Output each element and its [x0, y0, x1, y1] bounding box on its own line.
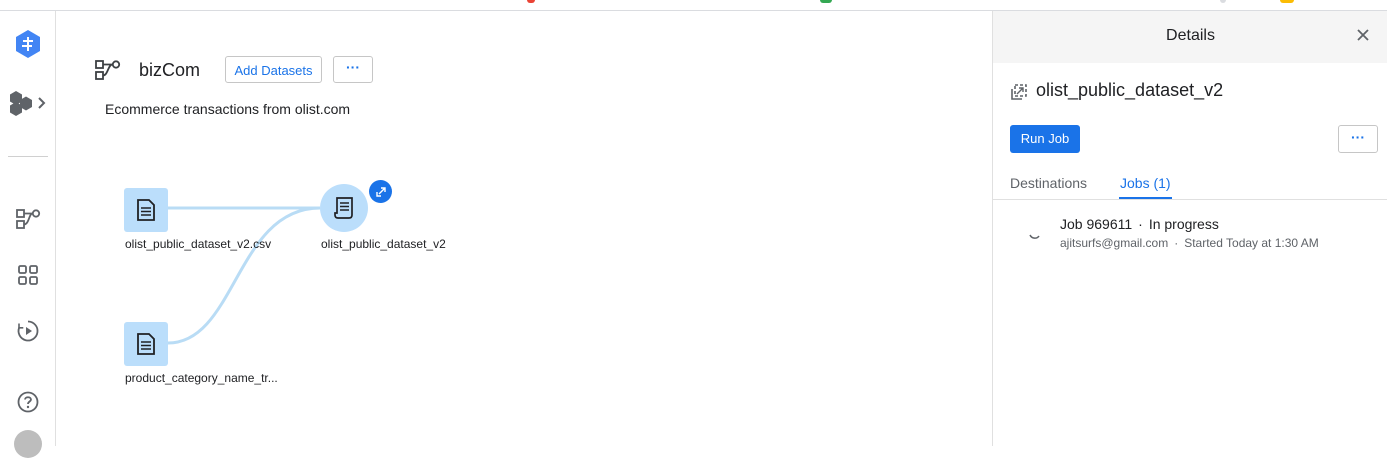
dataprep-logo-icon[interactable]	[0, 29, 55, 59]
dataset-node-source1[interactable]	[124, 188, 168, 232]
details-dataset-name: olist_public_dataset_v2	[1036, 80, 1224, 100]
help-icon[interactable]	[0, 391, 55, 413]
node-label-source2[interactable]: product_category_name_tr...	[125, 371, 278, 385]
tabs-divider	[993, 199, 1387, 200]
details-title: Details	[1166, 27, 1215, 44]
document-icon	[137, 333, 155, 355]
reference-dataset-icon	[1010, 83, 1028, 106]
job-status: In progress	[1148, 216, 1219, 232]
left-nav-rail	[0, 11, 56, 458]
document-icon	[137, 199, 155, 221]
top-accent-red	[527, 0, 535, 3]
products-switcher-icon[interactable]	[0, 89, 55, 117]
details-more-button[interactable]: ···	[1338, 125, 1378, 153]
jobs-history-icon[interactable]	[0, 319, 55, 343]
run-job-button[interactable]: Run Job	[1010, 125, 1080, 153]
separator-dot: ·	[1138, 216, 1143, 232]
progress-spinner-icon	[1028, 229, 1042, 247]
job-title[interactable]: Job 969611	[1060, 216, 1132, 232]
node-label-source1[interactable]: olist_public_dataset_v2.csv	[125, 237, 271, 251]
recipe-node[interactable]	[320, 184, 368, 232]
reference-badge-icon[interactable]	[369, 180, 392, 203]
edge-source2-to-recipe	[167, 206, 321, 345]
account-avatar-icon[interactable]	[0, 429, 55, 459]
tab-destinations[interactable]: Destinations	[1010, 175, 1087, 191]
top-accent-gray	[1220, 0, 1226, 3]
close-icon[interactable]	[1356, 28, 1370, 47]
details-panel: Details olist_public_dataset_v2 Run Job …	[992, 11, 1387, 446]
job-user: ajitsurfs@gmail.com	[1060, 236, 1169, 250]
dataset-node-source2[interactable]	[124, 322, 168, 366]
flows-icon[interactable]	[0, 207, 55, 231]
top-accent-yellow	[1280, 0, 1294, 3]
library-icon[interactable]	[0, 264, 55, 286]
flow-canvas[interactable]: bizCom Add Datasets ··· Ecommerce transa…	[56, 11, 992, 446]
job-meta: ajitsurfs@gmail.com · Started Today at 1:3…	[1060, 236, 1319, 250]
job-started: Started Today at 1:30 AM	[1184, 236, 1319, 250]
rail-separator	[8, 156, 48, 157]
node-label-recipe[interactable]: olist_public_dataset_v2	[321, 237, 446, 251]
top-accent-green	[820, 0, 832, 3]
tab-jobs[interactable]: Jobs (1)	[1120, 175, 1171, 191]
job-row[interactable]: Job 969611 · In progress	[1060, 216, 1219, 232]
recipe-icon	[334, 197, 353, 219]
separator-dot: ·	[1174, 236, 1179, 250]
